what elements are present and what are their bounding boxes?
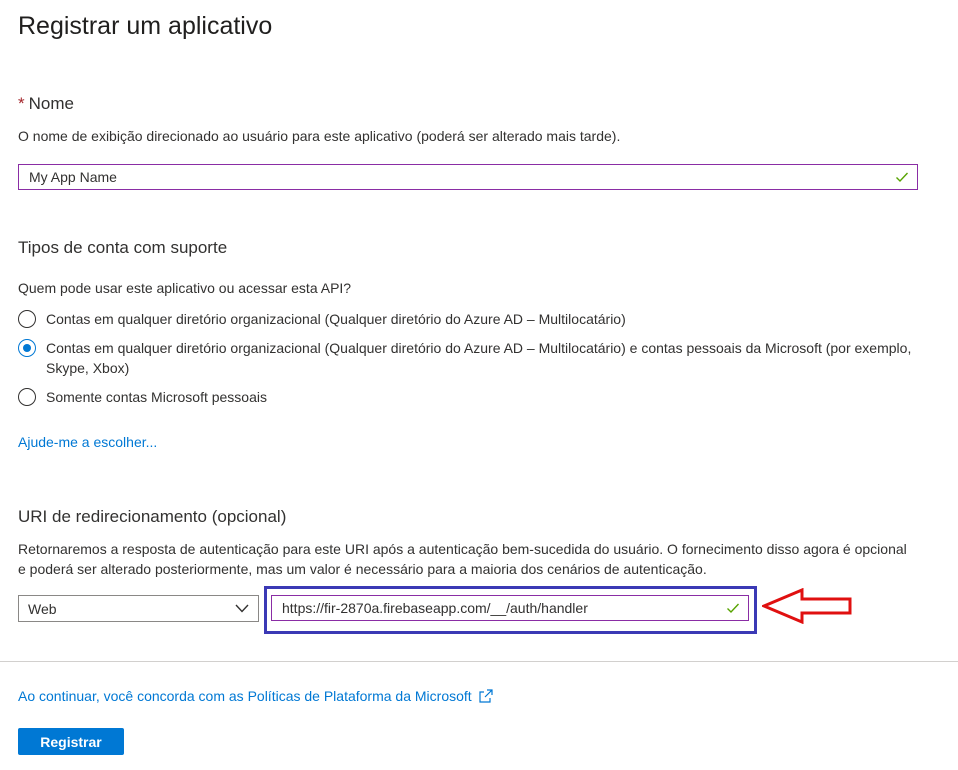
platform-select-value: Web (28, 601, 57, 617)
radio-button-selected[interactable] (18, 339, 36, 357)
name-label-row: * Nome (18, 94, 74, 114)
external-link-icon (479, 689, 493, 703)
account-option-multitenant[interactable]: Contas em qualquer diretório organizacio… (18, 309, 626, 329)
name-description: O nome de exibição direcionado ao usuári… (18, 128, 621, 144)
account-option-label: Contas em qualquer diretório organizacio… (46, 311, 626, 327)
app-name-value: My App Name (29, 169, 117, 185)
redirect-uri-heading: URI de redirecionamento (opcional) (18, 507, 287, 526)
footer-divider (0, 661, 958, 662)
platform-policies-text: Ao continuar, você concorda com as Polít… (18, 688, 472, 704)
chevron-down-icon (235, 604, 249, 613)
account-types-heading: Tipos de conta com suporte (18, 238, 228, 257)
arrow-left-annotation (762, 588, 852, 624)
account-option-personal-only[interactable]: Somente contas Microsoft pessoais (18, 387, 267, 407)
name-label: Nome (28, 94, 74, 113)
account-option-label: Contas em qualquer diretório organizacio… (46, 340, 912, 376)
redirect-uri-description: Retornaremos a resposta de autenticação … (18, 541, 907, 577)
required-mark: * (18, 94, 25, 113)
account-types-question: Quem pode usar este aplicativo ou acessa… (18, 280, 352, 296)
register-button[interactable]: Registrar (18, 728, 124, 755)
radio-button[interactable] (18, 388, 36, 406)
app-name-input[interactable]: My App Name (18, 164, 918, 190)
annotation-highlight-box (264, 586, 757, 634)
platform-policies-link[interactable]: Ao continuar, você concorda com as Polít… (18, 688, 494, 704)
page-title: Registrar um aplicativo (18, 12, 273, 40)
radio-button[interactable] (18, 310, 36, 328)
register-app-page: Registrar um aplicativo * Nome O nome de … (0, 0, 958, 770)
platform-select[interactable]: Web (18, 595, 259, 622)
account-option-multitenant-personal[interactable]: Contas em qualquer diretório organizacio… (18, 338, 918, 378)
checkmark-icon (896, 172, 909, 183)
account-option-label: Somente contas Microsoft pessoais (46, 389, 267, 405)
help-me-choose-link[interactable]: Ajude-me a escolher... (18, 434, 157, 450)
